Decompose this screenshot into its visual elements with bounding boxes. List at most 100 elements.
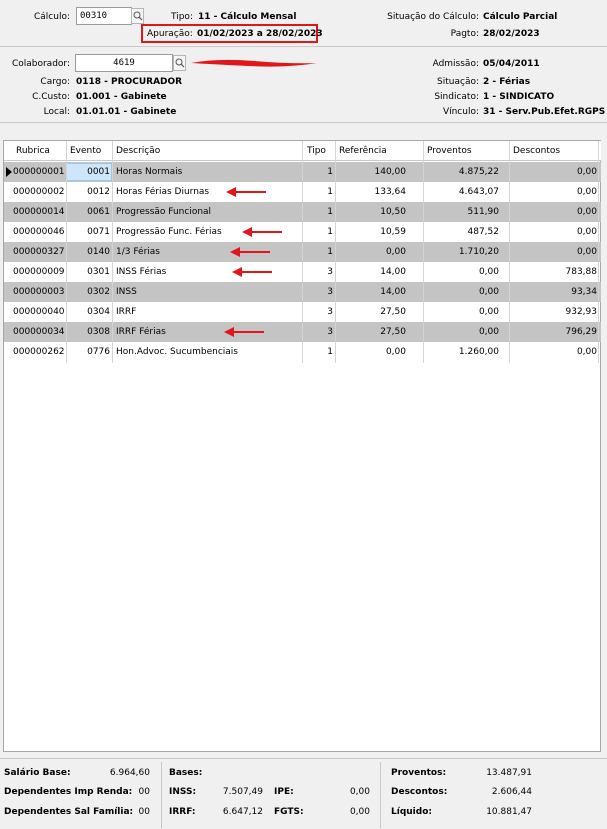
annotation-arrow-icon (232, 267, 272, 277)
annotation-arrow-icon (224, 327, 264, 337)
cell-evento[interactable]: 0776 (66, 347, 110, 357)
dep-sf-label: Dependentes Sal Família: (4, 807, 134, 817)
fgts-label: FGTS: (274, 807, 304, 817)
cell-referencia: 140,00 (374, 167, 407, 177)
totals-footer: Salário Base: 6.964,60 Dependentes Imp R… (0, 762, 607, 829)
cell-descontos: 0,00 (576, 207, 597, 217)
cell-descontos: 0,00 (576, 167, 597, 177)
cell-descontos: 0,00 (576, 347, 597, 357)
cell-descontos: 0,00 (576, 227, 597, 237)
salario-base-value: 6.964,60 (109, 768, 150, 778)
row-pointer-icon (6, 167, 12, 177)
cell-referencia: 133,64 (374, 187, 407, 197)
ipe-label: IPE: (274, 787, 294, 797)
local-value: 01.01.01 - Gabinete (76, 107, 177, 117)
cell-referencia: 10,59 (380, 227, 406, 237)
col-tipo[interactable]: Tipo (307, 146, 326, 156)
cell-referencia: 0,00 (385, 247, 406, 257)
cell-descricao: 1/3 Férias (116, 247, 160, 257)
situacao-label: Situação: (437, 77, 479, 87)
search-icon (133, 11, 143, 21)
cell-evento[interactable]: 0061 (66, 207, 110, 217)
fgts-value: 0,00 (349, 807, 370, 817)
irrf-value: 6.647,12 (222, 807, 263, 817)
situacao-value: 2 - Férias (483, 77, 531, 87)
cell-tipo: 1 (327, 207, 333, 217)
colaborador-input[interactable]: 4619 (75, 54, 173, 72)
local-label: Local: (43, 107, 70, 117)
cell-rubrica: 000000003 (13, 287, 65, 297)
inss-value: 7.507,49 (222, 787, 263, 797)
irrf-label: IRRF: (169, 807, 196, 817)
cell-proventos: 0,00 (478, 287, 499, 297)
cell-referencia: 14,00 (380, 267, 406, 277)
dep-ir-value: 00 (138, 787, 150, 797)
grid-col-divider (598, 141, 599, 363)
calculo-input[interactable]: 00310 (76, 7, 132, 25)
cell-descricao: INSS (116, 287, 137, 297)
cell-proventos: 487,52 (467, 227, 500, 237)
cell-descricao: Progressão Funcional (116, 207, 212, 217)
col-proventos[interactable]: Proventos (427, 146, 472, 156)
cell-descricao: Horas Normais (116, 167, 183, 177)
cell-proventos: 511,90 (467, 207, 500, 217)
cell-proventos: 4.875,22 (458, 167, 499, 177)
inss-label: INSS: (169, 787, 197, 797)
cell-referencia: 10,50 (380, 207, 406, 217)
rubricas-grid[interactable]: Rubrica Evento Descrição Tipo Referência… (3, 140, 601, 752)
grid-col-divider (423, 141, 424, 363)
colaborador-label: Colaborador: (11, 59, 70, 69)
cell-evento[interactable]: 0071 (66, 227, 110, 237)
pagto-value: 28/02/2023 (483, 29, 540, 39)
cell-proventos: 1.710,20 (458, 247, 499, 257)
cell-descontos: 0,00 (576, 247, 597, 257)
cell-rubrica: 000000262 (13, 347, 65, 357)
apuracao-value: 01/02/2023 a 28/02/2023 (197, 29, 323, 39)
cell-proventos: 1.260,00 (458, 347, 499, 357)
cell-evento[interactable]: 0302 (66, 287, 110, 297)
cargo-label: Cargo: (40, 77, 70, 87)
cell-descontos: 783,88 (565, 267, 598, 277)
col-referencia[interactable]: Referência (339, 146, 387, 156)
colaborador-lookup-button[interactable] (173, 55, 186, 71)
col-descricao[interactable]: Descrição (116, 146, 160, 156)
cell-descricao: Hon.Advoc. Sucumbenciais (116, 347, 238, 357)
col-rubrica[interactable]: Rubrica (16, 146, 50, 156)
separator (0, 122, 607, 123)
salario-base-label: Salário Base: (4, 768, 71, 778)
col-descontos[interactable]: Descontos (513, 146, 560, 156)
ccusto-label: C.Custo: (32, 92, 70, 102)
cell-descontos: 796,29 (565, 327, 598, 337)
cell-tipo: 1 (327, 247, 333, 257)
calculo-lookup-button[interactable] (131, 8, 144, 24)
cell-evento[interactable]: 0140 (66, 247, 110, 257)
footer-divider (380, 762, 381, 828)
cell-tipo: 1 (327, 167, 333, 177)
separator (0, 46, 607, 47)
ccusto-value: 01.001 - Gabinete (76, 92, 167, 102)
cell-evento[interactable]: 0301 (66, 267, 110, 277)
col-evento[interactable]: Evento (70, 146, 101, 156)
cell-evento[interactable]: 0308 (66, 327, 110, 337)
proventos-label: Proventos: (391, 768, 447, 778)
cell-evento[interactable]: 0001 (66, 167, 110, 177)
vinculo-value: 31 - Serv.Pub.Efet.RGPS (483, 107, 606, 117)
cell-descricao: IRRF Férias (116, 327, 166, 337)
cell-proventos: 0,00 (478, 327, 499, 337)
cell-rubrica: 000000046 (13, 227, 65, 237)
admissao-label: Admissão: (432, 59, 479, 69)
cell-tipo: 3 (327, 327, 333, 337)
separator (0, 758, 607, 759)
cell-rubrica: 000000014 (13, 207, 65, 217)
descontos-total: 2.606,44 (491, 787, 532, 797)
cell-referencia: 27,50 (380, 307, 406, 317)
descontos-label: Descontos: (391, 787, 448, 797)
annotation-arrow-icon (226, 187, 266, 197)
cell-proventos: 4.643,07 (458, 187, 499, 197)
cell-evento[interactable]: 0012 (66, 187, 110, 197)
footer-divider (161, 762, 162, 828)
grid-col-divider (112, 141, 113, 363)
cell-rubrica: 000000001 (13, 167, 65, 177)
cell-evento[interactable]: 0304 (66, 307, 110, 317)
cell-tipo: 3 (327, 287, 333, 297)
